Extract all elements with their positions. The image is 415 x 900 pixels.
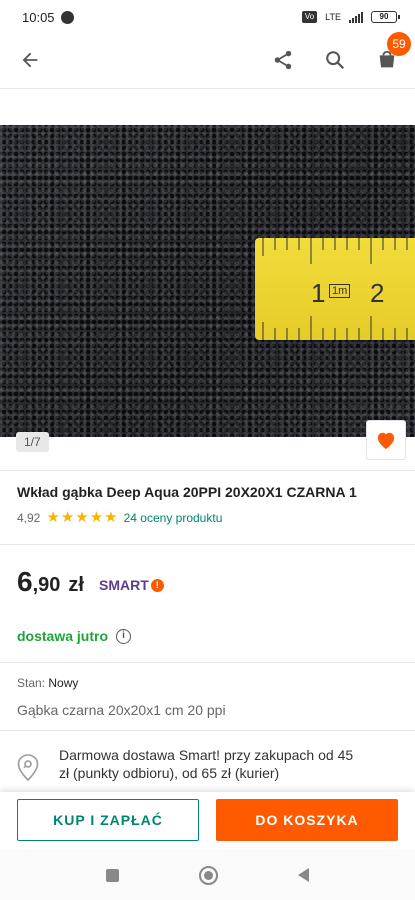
condition-value: Nowy: [48, 676, 79, 690]
delivery-info[interactable]: dostawa jutro i: [17, 628, 132, 644]
add-to-cart-button[interactable]: DO KOSZYKA: [216, 799, 398, 841]
arrow-left-icon: [22, 52, 38, 68]
volte-icon: Vo: [301, 11, 318, 23]
signal-icon: [349, 11, 363, 23]
smart-icon: !: [150, 578, 164, 592]
star-icon: ★: [104, 509, 118, 526]
smart-badge: SMART !: [99, 577, 164, 593]
star-icon: ★: [89, 509, 104, 526]
home-icon[interactable]: [199, 865, 218, 885]
header-divider: [0, 88, 415, 89]
status-bar: 10:05 Vo LTE 90: [0, 0, 415, 34]
short-description: Gąbka czarna 20x20x1 cm 20 ppi: [17, 702, 226, 718]
rating-stars: ★ ★ ★ ★ ★: [46, 510, 117, 525]
star-icon: ★: [60, 509, 75, 526]
gallery-page-indicator: 1/7: [16, 432, 49, 452]
ratings-link[interactable]: 24 oceny produktu: [124, 511, 223, 525]
price-currency: zł: [68, 574, 84, 596]
smart-label: SMART: [99, 577, 149, 593]
share-icon: [274, 50, 292, 70]
delivery-text: dostawa jutro: [17, 628, 109, 644]
price-integer: 6: [17, 566, 33, 597]
search-icon: [326, 51, 345, 70]
ruler-label-2: 2: [370, 278, 385, 308]
star-icon: ★: [75, 509, 89, 526]
price-decimal: ,90: [32, 574, 61, 596]
share-button[interactable]: [271, 48, 295, 72]
condition: Stan: Nowy: [17, 676, 78, 690]
location-pin-icon: [17, 754, 39, 782]
price: 6,90 zł: [17, 566, 84, 598]
buy-now-button[interactable]: KUP I ZAPŁAĆ: [17, 799, 199, 841]
section-divider: [0, 730, 415, 731]
back-triangle-icon[interactable]: [298, 868, 309, 882]
status-time: 10:05: [22, 9, 55, 25]
ruler-label-1: 1: [311, 278, 326, 308]
cart-button[interactable]: 59: [375, 32, 411, 72]
product-title: Wkład gąbka Deep Aqua 20PPI 20X20X1 CZAR…: [17, 484, 357, 500]
search-button[interactable]: [323, 48, 347, 72]
condition-label: Stan:: [17, 676, 46, 690]
shipping-text: Darmowa dostawa Smart! przy zakupach od …: [59, 747, 354, 781]
bottom-action-bar: KUP I ZAPŁAĆ DO KOSZYKA: [0, 792, 415, 850]
product-image[interactable]: 1 1m 2: [0, 125, 415, 437]
notification-icon: [60, 10, 74, 24]
back-button[interactable]: [18, 48, 42, 72]
system-nav-bar: [0, 850, 415, 900]
shipping-info[interactable]: Darmowa dostawa Smart! przy zakupach od …: [17, 746, 359, 782]
info-icon[interactable]: i: [116, 628, 132, 644]
favorite-button[interactable]: [366, 420, 406, 460]
star-icon: ★: [46, 509, 60, 526]
cart-count-badge: 59: [387, 32, 411, 56]
section-divider: [0, 662, 415, 663]
app-bar: 59: [0, 32, 415, 86]
section-divider: [0, 544, 415, 545]
rating-value: 4,92: [17, 510, 41, 525]
heart-icon: [377, 432, 395, 450]
battery-icon: 90: [371, 11, 400, 23]
rating-row: 4,92 ★ ★ ★ ★ ★ 24 oceny produktu: [17, 510, 222, 525]
section-divider: [0, 470, 415, 471]
ruler-in-photo: 1 1m 2: [255, 238, 415, 340]
network-type: LTE: [325, 12, 341, 22]
recents-icon[interactable]: [106, 868, 119, 882]
ruler-unit-label: 1m: [329, 284, 351, 298]
